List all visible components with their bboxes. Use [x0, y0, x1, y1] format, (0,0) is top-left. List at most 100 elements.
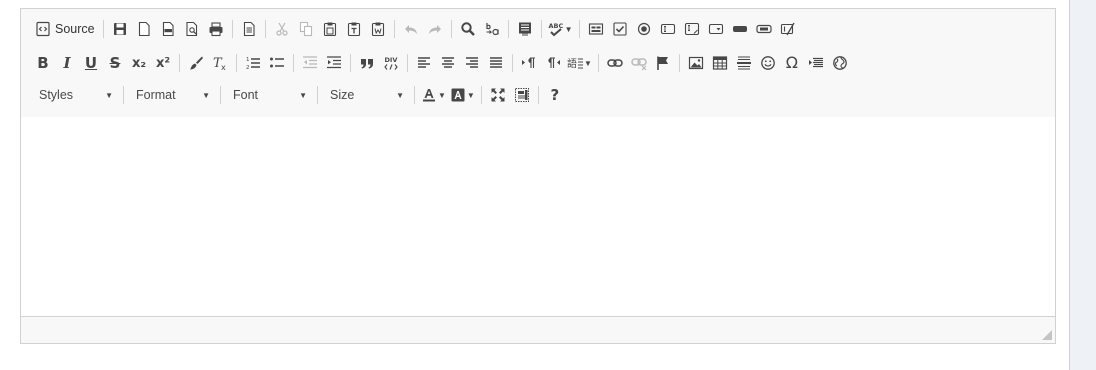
- toolbar-separator: [407, 54, 408, 72]
- button-field-button[interactable]: [728, 17, 752, 41]
- editor-content-area[interactable]: [21, 117, 1055, 317]
- image-button[interactable]: [684, 51, 708, 75]
- remove-format-button[interactable]: Tx: [208, 51, 232, 75]
- chevron-down-icon: ▼: [584, 58, 592, 68]
- toolbar-separator: [480, 86, 482, 104]
- styles-dropdown[interactable]: Styles ▼: [31, 83, 119, 107]
- unlink-icon: [631, 58, 647, 71]
- form-button[interactable]: [584, 17, 608, 41]
- show-blocks-button[interactable]: [510, 83, 534, 107]
- horizontal-line-button[interactable]: [732, 51, 756, 75]
- copy-formatting-button[interactable]: [184, 51, 208, 75]
- language-button[interactable]: 語 ▼: [565, 51, 594, 75]
- cut-icon: [276, 22, 288, 36]
- smiley-button[interactable]: [756, 51, 780, 75]
- create-div-button[interactable]: DIV: [379, 51, 403, 75]
- bulleted-list-button[interactable]: [265, 51, 289, 75]
- indent-icon: [327, 56, 341, 69]
- export-pdf-button[interactable]: [156, 17, 180, 41]
- toolbar-separator: [393, 20, 395, 38]
- background-color-button[interactable]: ▼: [448, 83, 477, 107]
- preview-icon: [186, 21, 197, 37]
- superscript-button[interactable]: x²: [151, 51, 175, 75]
- replace-icon: [486, 23, 499, 36]
- redo-icon: [428, 25, 441, 34]
- new-page-button[interactable]: [132, 17, 156, 41]
- text-color-button[interactable]: ▼: [419, 83, 448, 107]
- spell-check-button[interactable]: ABC ▼: [546, 17, 575, 41]
- align-center-button[interactable]: [436, 51, 460, 75]
- about-button[interactable]: ?: [543, 83, 567, 107]
- bold-button[interactable]: B: [31, 51, 55, 75]
- format-dropdown[interactable]: Format ▼: [128, 83, 216, 107]
- page-break-button[interactable]: [804, 51, 828, 75]
- chevron-down-icon: ▼: [299, 90, 307, 100]
- replace-button[interactable]: [480, 17, 504, 41]
- preview-button[interactable]: [180, 17, 204, 41]
- link-button[interactable]: [603, 51, 627, 75]
- iframe-button[interactable]: [828, 51, 852, 75]
- paint-brush-icon: [190, 56, 203, 70]
- find-button[interactable]: [456, 17, 480, 41]
- toolbar-separator: [220, 86, 221, 104]
- textarea-button[interactable]: [680, 17, 704, 41]
- text-field-button[interactable]: [656, 17, 680, 41]
- numbered-list-button[interactable]: 12: [241, 51, 265, 75]
- align-right-button[interactable]: [460, 51, 484, 75]
- link-icon: [607, 59, 623, 67]
- align-left-button[interactable]: [412, 51, 436, 75]
- redo-button[interactable]: [423, 17, 447, 41]
- table-icon: [712, 56, 728, 70]
- image-button-field-button[interactable]: [752, 17, 776, 41]
- pdf-icon: [162, 21, 174, 37]
- select-field-button[interactable]: [704, 17, 728, 41]
- strikethrough-button[interactable]: S: [103, 51, 127, 75]
- increase-indent-button[interactable]: [322, 51, 346, 75]
- source-button[interactable]: Source: [31, 17, 99, 41]
- ltr-button[interactable]: [517, 51, 541, 75]
- undo-button[interactable]: [399, 17, 423, 41]
- paste-button[interactable]: [318, 17, 342, 41]
- decrease-indent-button[interactable]: [298, 51, 322, 75]
- blockquote-button[interactable]: [355, 51, 379, 75]
- image-icon: [688, 56, 704, 70]
- paste-text-button[interactable]: [342, 17, 366, 41]
- unlink-button[interactable]: [627, 51, 651, 75]
- print-button[interactable]: [204, 17, 228, 41]
- checkbox-button[interactable]: [608, 17, 632, 41]
- select-all-button[interactable]: [513, 17, 537, 41]
- rtl-button[interactable]: [541, 51, 565, 75]
- paste-from-word-button[interactable]: [366, 17, 390, 41]
- save-button[interactable]: [108, 17, 132, 41]
- size-dropdown[interactable]: Size ▼: [322, 83, 410, 107]
- special-character-button[interactable]: Ω: [780, 51, 804, 75]
- maximize-button[interactable]: [486, 83, 510, 107]
- anchor-button[interactable]: [651, 51, 675, 75]
- globe-icon: [833, 56, 847, 70]
- text-field-icon: [660, 23, 675, 35]
- resize-handle-icon[interactable]: [1042, 330, 1052, 340]
- toolbar-separator: [597, 54, 599, 72]
- rich-text-editor: Source ABC ▼ B I U S x₂ x² T x 1 2 DIV 語…: [20, 8, 1056, 344]
- align-right-icon: [466, 57, 478, 68]
- undo-icon: [404, 25, 417, 34]
- font-dropdown[interactable]: Font ▼: [225, 83, 313, 107]
- italic-button[interactable]: I: [55, 51, 79, 75]
- justify-button[interactable]: [484, 51, 508, 75]
- print-icon: [209, 22, 223, 37]
- hidden-field-button[interactable]: [776, 17, 800, 41]
- radio-button[interactable]: [632, 17, 656, 41]
- background-color-icon: [451, 88, 465, 102]
- subscript-button[interactable]: x₂: [127, 51, 151, 75]
- toolbar-separator: [537, 86, 539, 104]
- source-label: Source: [55, 22, 95, 36]
- templates-button[interactable]: [237, 17, 261, 41]
- toolbar-row-1: Source ABC ▼: [31, 15, 800, 43]
- table-button[interactable]: [708, 51, 732, 75]
- underline-button[interactable]: U: [79, 51, 103, 75]
- copy-button[interactable]: [294, 17, 318, 41]
- align-left-icon: [418, 57, 430, 68]
- cut-button[interactable]: [270, 17, 294, 41]
- strikethrough-icon: S: [109, 53, 121, 72]
- spell-check-icon: ABC: [548, 22, 563, 37]
